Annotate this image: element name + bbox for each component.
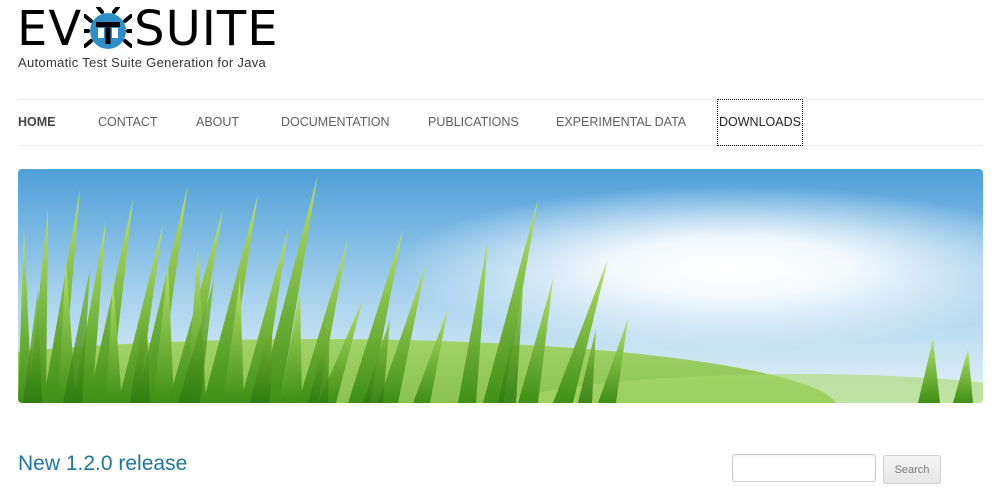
post-title-link[interactable]: New 1.2.0 release: [18, 452, 187, 476]
nav-item-downloads[interactable]: DOWNLOADS: [717, 99, 803, 146]
search-input[interactable]: [732, 454, 876, 482]
logo-text-left: EV: [17, 1, 83, 57]
nav-item-home[interactable]: HOME: [18, 100, 56, 145]
search-button[interactable]: Search: [883, 455, 941, 484]
nav-item-documentation[interactable]: DOCUMENTATION: [281, 100, 390, 145]
site-tagline: Automatic Test Suite Generation for Java: [18, 55, 267, 70]
nav-item-publications[interactable]: PUBLICATIONS: [428, 100, 519, 145]
site-logo[interactable]: EV SUITE: [17, 4, 279, 54]
bug-icon: [81, 5, 136, 51]
logo-text-right: SUITE: [134, 1, 279, 57]
nav-item-contact[interactable]: CONTACT: [98, 100, 158, 145]
nav-item-experimental-data[interactable]: EXPERIMENTAL DATA: [556, 100, 686, 145]
page: EV SUITE Automatic Test Suite Generation…: [0, 0, 1000, 499]
main-navigation: HOME CONTACT ABOUT DOCUMENTATION PUBLICA…: [18, 99, 983, 146]
nav-item-about[interactable]: ABOUT: [196, 100, 239, 145]
header-banner-image: [18, 169, 983, 403]
